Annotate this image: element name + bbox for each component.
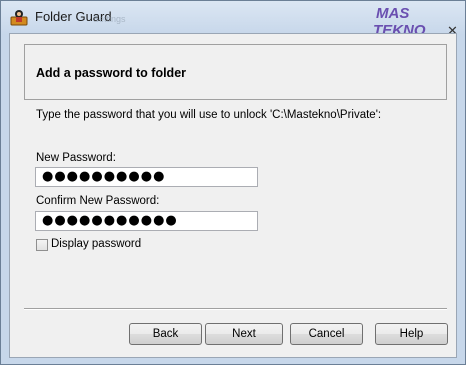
footer-separator (24, 308, 447, 310)
display-password-label[interactable]: Display password (51, 238, 141, 250)
instruction-text: Type the password that you will use to u… (36, 109, 382, 121)
folder-guard-app-icon (10, 10, 28, 26)
display-password-checkbox[interactable] (36, 239, 48, 251)
background-ghost-text: Settings (93, 14, 126, 24)
help-button[interactable]: Help (375, 323, 448, 345)
wizard-header-panel: Add a password to folder (24, 44, 447, 100)
confirm-password-value: ●●●●●●●●●●● (42, 213, 178, 228)
wizard-step-title: Add a password to folder (36, 66, 187, 80)
folder-guard-dialog: Folder Guard Settings MAS TEKNO ✕ Add a … (0, 0, 466, 365)
confirm-password-field[interactable]: ●●●●●●●●●●● (35, 211, 258, 231)
cancel-button[interactable]: Cancel (290, 323, 363, 345)
next-button[interactable]: Next (205, 323, 283, 345)
confirm-password-label: Confirm New Password: (36, 195, 160, 207)
new-password-value: ●●●●●●●●●● (42, 169, 166, 184)
new-password-label: New Password: (36, 152, 116, 164)
title-bar[interactable]: Folder Guard Settings MAS TEKNO ✕ (1, 1, 465, 37)
back-button[interactable]: Back (129, 323, 202, 345)
dialog-body: Add a password to folder Type the passwo… (9, 33, 457, 358)
svg-text:MAS: MAS (376, 5, 409, 22)
new-password-field[interactable]: ●●●●●●●●●● (35, 167, 258, 187)
mastekno-watermark-logo: MAS TEKNO (373, 5, 426, 37)
